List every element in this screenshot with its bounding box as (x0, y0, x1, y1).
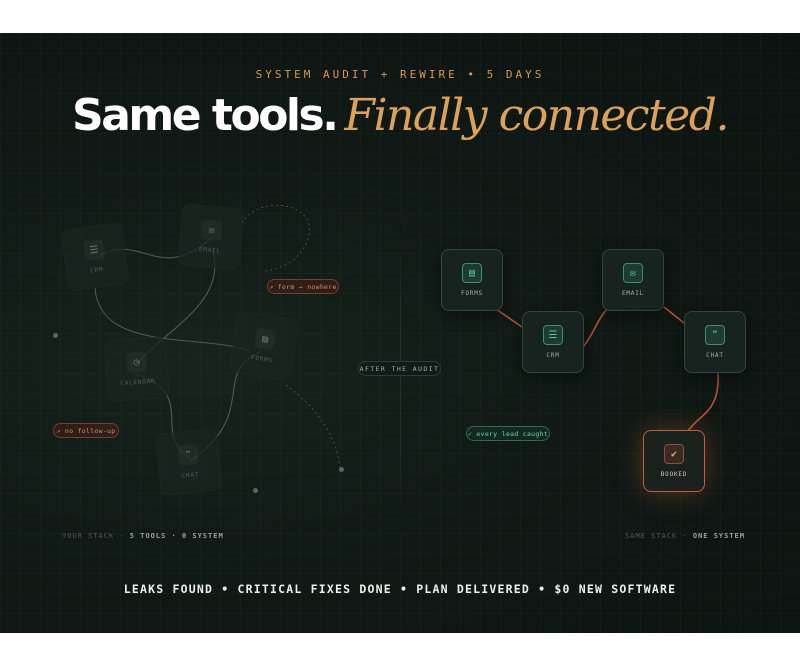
left-caption: YOUR STACK · 5 TOOLS · 0 SYSTEM (62, 532, 224, 540)
node-label: CALENDAR (120, 377, 156, 388)
left-caption-prefix: YOUR STACK · (62, 532, 130, 540)
old-node-forms: ▤ FORMS (228, 310, 300, 382)
node-label: FORMS (250, 354, 274, 365)
node-label: EMAIL (198, 246, 222, 255)
quote-icon: ❞ (705, 325, 725, 345)
node-label: FORMS (460, 290, 484, 297)
node-label: CHAT (181, 471, 200, 480)
list-icon: ☰ (82, 238, 106, 262)
old-node-chat: ❞ CHAT (154, 427, 224, 497)
mail-icon: ✉ (623, 263, 643, 283)
new-node-booked: ✔ BOOKED (643, 430, 705, 492)
old-node-crm: ☰ CRM (59, 221, 131, 293)
new-node-crm: ☰ CRM (522, 311, 584, 373)
left-caption-bold: 5 TOOLS · 0 SYSTEM (129, 532, 224, 540)
wire-email-chat (663, 306, 685, 324)
new-node-forms: ▤ FORMS (441, 249, 503, 311)
old-node-email: ✉ EMAIL (177, 203, 245, 271)
new-node-chat: ❞ CHAT (684, 311, 746, 373)
divider-line (400, 223, 401, 533)
node-label: CRM (546, 352, 560, 359)
dead-end-right (285, 384, 341, 469)
old-node-calendar: ◷ CALENDAR (103, 335, 171, 403)
tagline: LEAKS FOUND • CRITICAL FIXES DONE • PLAN… (123, 582, 677, 596)
mail-icon: ✉ (200, 219, 223, 241)
wire-chat-booked (687, 372, 719, 432)
form-icon: ▤ (253, 327, 277, 351)
node-label: CHAT (706, 352, 724, 359)
clock-icon: ◷ (125, 351, 148, 373)
hero-panel: SYSTEM AUDIT + REWIRE • 5 DAYS Same tool… (0, 33, 800, 633)
form-icon: ▤ (462, 263, 482, 283)
node-label: EMAIL (621, 290, 645, 297)
stray-dot-right (339, 467, 344, 472)
quote-icon: ❞ (177, 444, 200, 467)
after-audit-label: AFTER THE AUDIT (358, 361, 441, 376)
node-label: BOOKED (660, 471, 688, 478)
stray-dot-bottom (253, 488, 258, 493)
right-caption-bold: ONE SYSTEM (692, 532, 745, 540)
list-icon: ☰ (543, 325, 563, 345)
new-node-email: ✉ EMAIL (602, 249, 664, 311)
success-every-lead-caught: ✓ every lead caught (466, 426, 550, 441)
warning-form-nowhere: ↗ form → nowhere (267, 279, 339, 294)
right-caption: SAME STACK · ONE SYSTEM (625, 532, 745, 540)
warning-no-follow-up: ↗ no follow-up (53, 423, 119, 438)
wire-crm-email (582, 304, 613, 348)
dead-end-top (241, 204, 311, 272)
right-caption-prefix: SAME STACK · (625, 532, 693, 540)
check-icon: ✔ (664, 444, 684, 464)
node-label: CRM (89, 265, 104, 275)
stray-dot-left (53, 333, 58, 338)
